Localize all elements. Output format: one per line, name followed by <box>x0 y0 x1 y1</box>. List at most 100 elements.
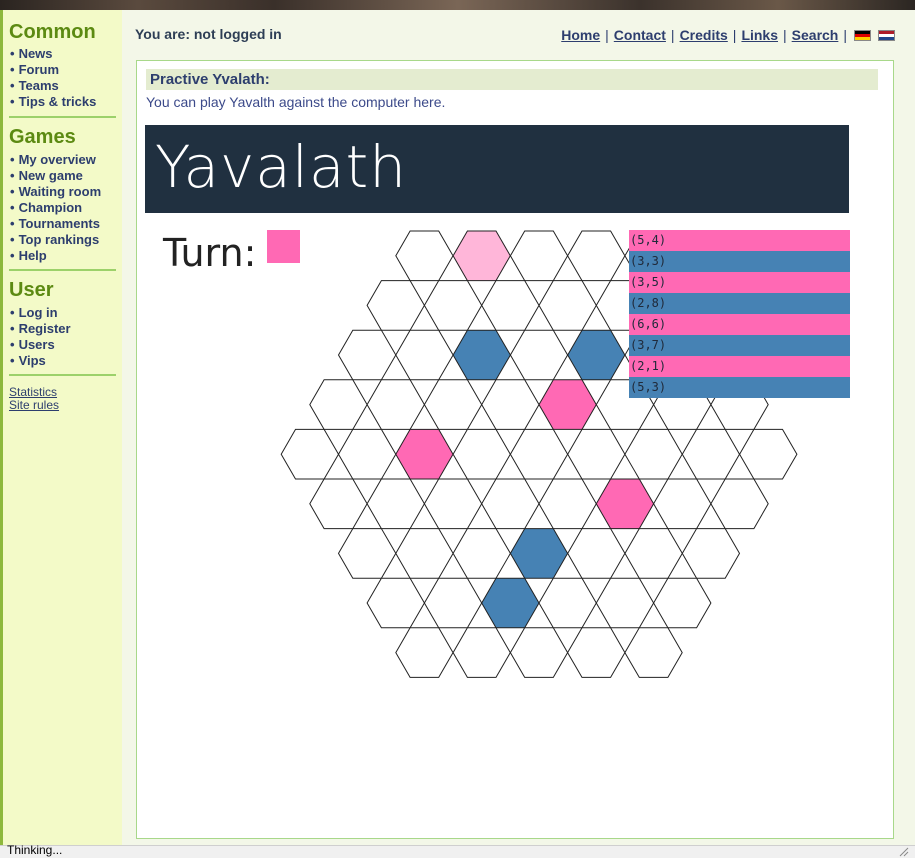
resize-grip-icon[interactable] <box>898 846 909 857</box>
hex-cell-empty[interactable] <box>481 379 540 430</box>
hex-cell-empty[interactable] <box>395 528 454 579</box>
hex-cell-empty[interactable] <box>366 280 425 331</box>
hex-cell-empty[interactable] <box>624 627 683 678</box>
sidebar-item-news[interactable]: • News <box>10 46 53 61</box>
top-header-image <box>0 0 915 10</box>
move-entry[interactable]: (6,6) <box>629 314 850 335</box>
hex-cell-empty[interactable] <box>395 230 454 282</box>
hex-cell-highlight[interactable] <box>452 230 511 282</box>
sidebar-item-log-in[interactable]: • Log in <box>10 305 58 320</box>
sidebar-item-my-overview[interactable]: • My overview <box>10 152 96 167</box>
hex-cell-empty[interactable] <box>395 627 454 678</box>
nav-credits-link[interactable]: Credits <box>680 27 728 43</box>
hex-cell-pink[interactable] <box>395 428 454 480</box>
move-entry[interactable]: (5,3) <box>629 377 850 398</box>
top-navigation: Home | Contact | Credits | Links | Searc… <box>561 27 895 43</box>
hex-cell-blue[interactable] <box>481 577 540 629</box>
dutch-flag-icon[interactable] <box>878 29 895 41</box>
hex-cell-empty[interactable] <box>337 329 397 381</box>
sidebar-item-vips[interactable]: • Vips <box>10 353 46 368</box>
move-list: (5,4) (3,3) (3,5) (2,8) (6,6) (3,7) (2,1) (5,3) <box>629 230 850 398</box>
hex-cell-empty[interactable] <box>509 230 569 282</box>
hex-cell-empty[interactable] <box>481 478 540 530</box>
hex-cell-empty[interactable] <box>710 478 769 530</box>
hex-cell-empty[interactable] <box>481 280 540 331</box>
hex-cell-empty[interactable] <box>509 329 569 381</box>
hex-cell-empty[interactable] <box>681 428 741 480</box>
sidebar-item-waiting-room[interactable]: • Waiting room <box>10 184 101 199</box>
sidebar-item-help[interactable]: • Help <box>10 248 47 263</box>
sidebar-item-label: Tournaments <box>18 216 100 231</box>
sidebar-item-tips[interactable]: • Tips & tricks <box>10 94 96 109</box>
hex-cell-blue[interactable] <box>509 528 569 579</box>
sidebar-item-new-game[interactable]: • New game <box>10 168 83 183</box>
hex-cell-empty[interactable] <box>309 379 368 430</box>
hex-cell-empty[interactable] <box>452 428 511 480</box>
hex-cell-empty[interactable] <box>567 428 626 480</box>
sidebar-item-tournaments[interactable]: • Tournaments <box>10 216 100 231</box>
hex-cell-empty[interactable] <box>595 577 655 629</box>
sidebar-section-user: User <box>9 279 54 301</box>
hex-cell-pink[interactable] <box>538 379 597 430</box>
hex-cell-blue[interactable] <box>567 329 626 381</box>
hex-cell-empty[interactable] <box>452 528 511 579</box>
hex-cell-empty[interactable] <box>395 329 454 381</box>
sidebar-item-label: Teams <box>18 78 59 93</box>
hex-cell-empty[interactable] <box>366 379 425 430</box>
hex-cell-empty[interactable] <box>366 577 425 629</box>
sidebar-item-label: Users <box>18 337 55 352</box>
sidebar-item-label: My overview <box>18 152 96 167</box>
hex-cell-empty[interactable] <box>366 478 425 530</box>
move-entry[interactable]: (3,3) <box>629 251 850 272</box>
statistics-link[interactable]: Statistics <box>9 385 57 399</box>
sidebar-item-label: Help <box>18 248 47 263</box>
nav-links-link[interactable]: Links <box>741 27 778 43</box>
hex-cell-empty[interactable] <box>538 478 597 530</box>
nav-separator: | <box>843 27 847 43</box>
sidebar-item-register[interactable]: • Register <box>10 321 71 336</box>
hex-cell-empty[interactable] <box>423 577 483 629</box>
nav-home-link[interactable]: Home <box>561 27 600 43</box>
sidebar-item-label: Vips <box>18 353 46 368</box>
sidebar-item-top-rankings[interactable]: • Top rankings <box>10 232 99 247</box>
site-rules-link[interactable]: Site rules <box>9 398 59 412</box>
hex-cell-empty[interactable] <box>280 428 340 480</box>
hex-cell-empty[interactable] <box>452 627 511 678</box>
hex-cell-empty[interactable] <box>509 627 569 678</box>
sidebar-item-users[interactable]: • Users <box>10 337 55 352</box>
sidebar-item-label: New game <box>18 168 83 183</box>
sidebar-item-champion[interactable]: • Champion <box>10 200 82 215</box>
hex-cell-empty[interactable] <box>538 280 597 331</box>
sidebar-section-common: Common <box>9 21 96 43</box>
hex-cell-pink[interactable] <box>595 478 655 530</box>
sidebar-item-forum[interactable]: • Forum <box>10 62 59 77</box>
nav-search-link[interactable]: Search <box>792 27 839 43</box>
move-entry[interactable]: (2,8) <box>629 293 850 314</box>
hex-cell-empty[interactable] <box>509 428 569 480</box>
hex-cell-empty[interactable] <box>423 280 483 331</box>
hex-cell-blue[interactable] <box>452 329 511 381</box>
hex-cell-empty[interactable] <box>567 528 626 579</box>
hex-cell-empty[interactable] <box>337 428 397 480</box>
hex-cell-empty[interactable] <box>538 577 597 629</box>
content-panel: Practive Yvalath: You can play Yavalth a… <box>136 60 894 839</box>
move-entry[interactable]: (5,4) <box>629 230 850 251</box>
hex-cell-empty[interactable] <box>624 528 683 579</box>
hex-cell-empty[interactable] <box>309 478 368 530</box>
german-flag-icon[interactable] <box>854 29 871 41</box>
hex-cell-empty[interactable] <box>337 528 397 579</box>
move-entry[interactable]: (3,7) <box>629 335 850 356</box>
hex-cell-empty[interactable] <box>653 478 712 530</box>
hex-cell-empty[interactable] <box>423 379 483 430</box>
move-entry[interactable]: (2,1) <box>629 356 850 377</box>
hex-cell-empty[interactable] <box>653 577 712 629</box>
sidebar-item-teams[interactable]: • Teams <box>10 78 59 93</box>
hex-cell-empty[interactable] <box>681 528 741 579</box>
nav-contact-link[interactable]: Contact <box>614 27 666 43</box>
hex-cell-empty[interactable] <box>567 230 626 282</box>
hex-cell-empty[interactable] <box>567 627 626 678</box>
hex-cell-empty[interactable] <box>739 428 798 480</box>
move-entry[interactable]: (3,5) <box>629 272 850 293</box>
hex-cell-empty[interactable] <box>423 478 483 530</box>
hex-cell-empty[interactable] <box>624 428 683 480</box>
